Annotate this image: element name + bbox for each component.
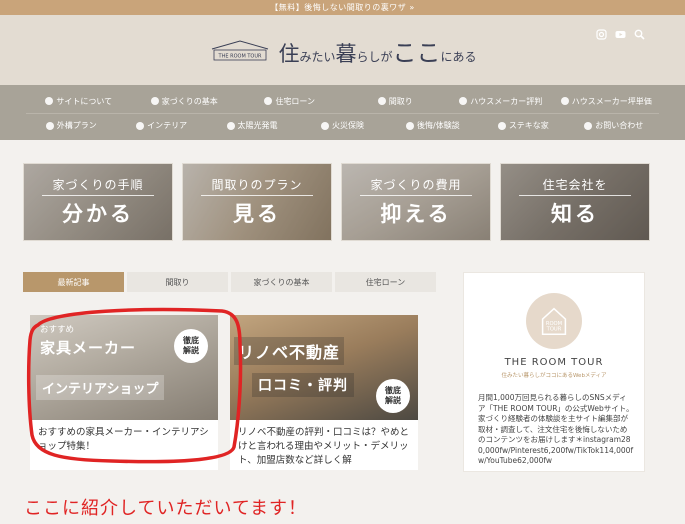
category-banners: 家づくりの手順 分かる 間取りのプラン 見る 家づくりの費用 抑える 住宅会社を…: [0, 163, 685, 241]
tab-floorplan[interactable]: 間取り: [127, 272, 228, 292]
nav-item-insurance[interactable]: 火災保険: [297, 120, 387, 131]
nav-label: 火災保険: [331, 121, 364, 130]
nav-item-contact[interactable]: お問い合わせ: [569, 120, 659, 131]
brand-name: THE ROOM TOUR: [504, 357, 604, 368]
banner-steps[interactable]: 家づくりの手順 分かる: [23, 163, 173, 241]
banner-title: 家づくりの手順: [52, 178, 144, 192]
nav-item-reviews[interactable]: ハウスメーカー評判: [448, 96, 554, 107]
banner-plans[interactable]: 間取りのプラン 見る: [182, 163, 332, 241]
header-icons: [596, 25, 645, 40]
nav-label: ハウスメーカー坪単価: [571, 96, 652, 106]
lamp-icon: [136, 121, 145, 130]
nav-label: お問い合わせ: [595, 121, 644, 130]
building-icon: [264, 97, 273, 105]
banner-action: 分かる: [62, 202, 134, 226]
nav-label: インテリア: [147, 121, 188, 130]
tagline-part: にある: [440, 49, 477, 64]
house-logo-icon: THE ROOM TOUR: [208, 39, 272, 61]
nav-item-unit-price[interactable]: ハウスメーカー坪単価: [554, 96, 660, 107]
site-tagline: 住 みたい 暮 らしが ここ にある: [278, 33, 476, 68]
floorplan-icon: [377, 97, 386, 105]
banner-action: 知る: [551, 202, 599, 226]
house-logo-text: THE ROOM TOUR: [218, 54, 262, 60]
mail-icon: [584, 121, 593, 130]
thorough-badge: 徹底 解説: [376, 379, 410, 413]
promo-text: 【無料】後悔しない間取りの裏ワザ »: [270, 3, 415, 12]
nav-label: 家づくりの基本: [161, 96, 218, 106]
sun-icon: [226, 121, 235, 130]
article-tabs: 最新記事 間取り 家づくりの基本 住宅ローン: [23, 272, 436, 292]
profile-widget: ROOM TOUR THE ROOM TOUR 住みたい暮らしがココにあるWeb…: [463, 272, 645, 472]
banner-companies[interactable]: 住宅会社を 知る: [500, 163, 650, 241]
article-title: リノベ不動産の評判・口コミは？やめとけと言われる理由やメリット・デメリット、加盟…: [238, 427, 410, 466]
banner-divider: [519, 195, 631, 196]
brand-description: 月間1,000万回見られる暮らしのSNSメディア「THE ROOM TOUR」の…: [478, 393, 634, 465]
banner-action: 抑える: [380, 202, 452, 226]
article-card[interactable]: リノベ不動産 口コミ・評判 徹底 解説 リノベ不動産の評判・口コミは？やめとけと…: [230, 315, 418, 470]
promo-bar[interactable]: 【無料】後悔しない間取りの裏ワザ »: [0, 0, 685, 15]
nav-label: 外構プラン: [56, 121, 97, 130]
banner-title: 家づくりの費用: [370, 178, 462, 192]
thumbnail-caption: リノベ不動産: [234, 337, 345, 365]
pencil-icon: [150, 97, 159, 105]
thumbnail-caption: 口コミ・評判: [252, 373, 354, 397]
star-icon: [497, 121, 506, 130]
site-logo[interactable]: THE ROOM TOUR 住 みたい 暮 らしが ここ にある: [208, 33, 477, 68]
badge-text: 徹底: [385, 386, 401, 395]
tagline-part: ここ: [392, 38, 441, 67]
youtube-icon[interactable]: [615, 25, 626, 38]
chat-icon: [406, 121, 415, 130]
site-header: THE ROOM TOUR 住 みたい 暮 らしが ここ にある: [0, 15, 685, 85]
nav-label: サイトについて: [56, 96, 113, 106]
tagline-part: 暮: [335, 41, 357, 66]
nav-item-solar[interactable]: 太陽光発電: [207, 120, 297, 131]
nav-item-floorplan[interactable]: 間取り: [343, 96, 449, 107]
nav-label: 太陽光発電: [237, 121, 278, 130]
nav-item-regrets[interactable]: 後悔/体験談: [388, 120, 478, 131]
logo-text: TOUR: [546, 327, 562, 333]
nav-item-homes[interactable]: ステキな家: [478, 120, 568, 131]
tab-basics[interactable]: 家づくりの基本: [231, 272, 332, 292]
instagram-icon[interactable]: [596, 25, 607, 40]
tagline-part: みたい: [299, 49, 336, 64]
nav-label: 間取り: [388, 96, 413, 106]
main-nav: サイトについて 家づくりの基本 住宅ローン 間取り ハウスメーカー評判 ハウスメ…: [0, 85, 685, 140]
tab-latest[interactable]: 最新記事: [23, 272, 124, 292]
badge-text: 解説: [385, 396, 401, 405]
fire-icon: [320, 121, 329, 130]
room-tour-logo-icon: ROOM TOUR: [526, 293, 582, 349]
nav-row-2: 外構プラン インテリア 太陽光発電 火災保険 後悔/体験談 ステキな家 お問い合…: [26, 113, 659, 137]
nav-item-basics[interactable]: 家づくりの基本: [132, 96, 238, 107]
tab-loan[interactable]: 住宅ローン: [335, 272, 436, 292]
search-icon[interactable]: [634, 25, 645, 40]
handwritten-annotation: ここに紹介していただいてます！: [24, 498, 308, 519]
banner-title: 間取りのプラン: [211, 178, 303, 192]
banner-divider: [360, 195, 472, 196]
nav-label: ハウスメーカー評判: [470, 96, 543, 106]
nav-label: 住宅ローン: [275, 96, 316, 106]
nav-row-1: サイトについて 家づくりの基本 住宅ローン 間取り ハウスメーカー評判 ハウスメ…: [26, 89, 659, 113]
info-icon: [45, 97, 54, 105]
banner-costs[interactable]: 家づくりの費用 抑える: [341, 163, 491, 241]
nav-label: ステキな家: [508, 121, 549, 130]
nav-label: 後悔/体験談: [417, 121, 460, 130]
megaphone-icon: [459, 97, 468, 105]
article-thumbnail: リノベ不動産 口コミ・評判 徹底 解説: [230, 315, 418, 420]
page: 【無料】後悔しない間取りの裏ワザ » THE ROOM TOUR 住 みたい 暮…: [0, 0, 685, 524]
highlight-circle: [26, 307, 243, 464]
nav-item-exterior[interactable]: 外構プラン: [26, 120, 116, 131]
banner-divider: [201, 195, 313, 196]
tagline-part: 住: [278, 41, 300, 66]
brand-subtitle: 住みたい暮らしがココにあるWebメディア: [501, 373, 607, 379]
info-icon: [560, 97, 569, 105]
tagline-part: らしが: [356, 49, 393, 64]
banner-action: 見る: [233, 202, 281, 226]
banner-divider: [42, 195, 154, 196]
banner-title: 住宅会社を: [542, 178, 608, 192]
gear-icon: [45, 121, 54, 130]
nav-item-about[interactable]: サイトについて: [26, 96, 132, 107]
nav-item-interior[interactable]: インテリア: [116, 120, 206, 131]
nav-item-loan[interactable]: 住宅ローン: [237, 96, 343, 107]
